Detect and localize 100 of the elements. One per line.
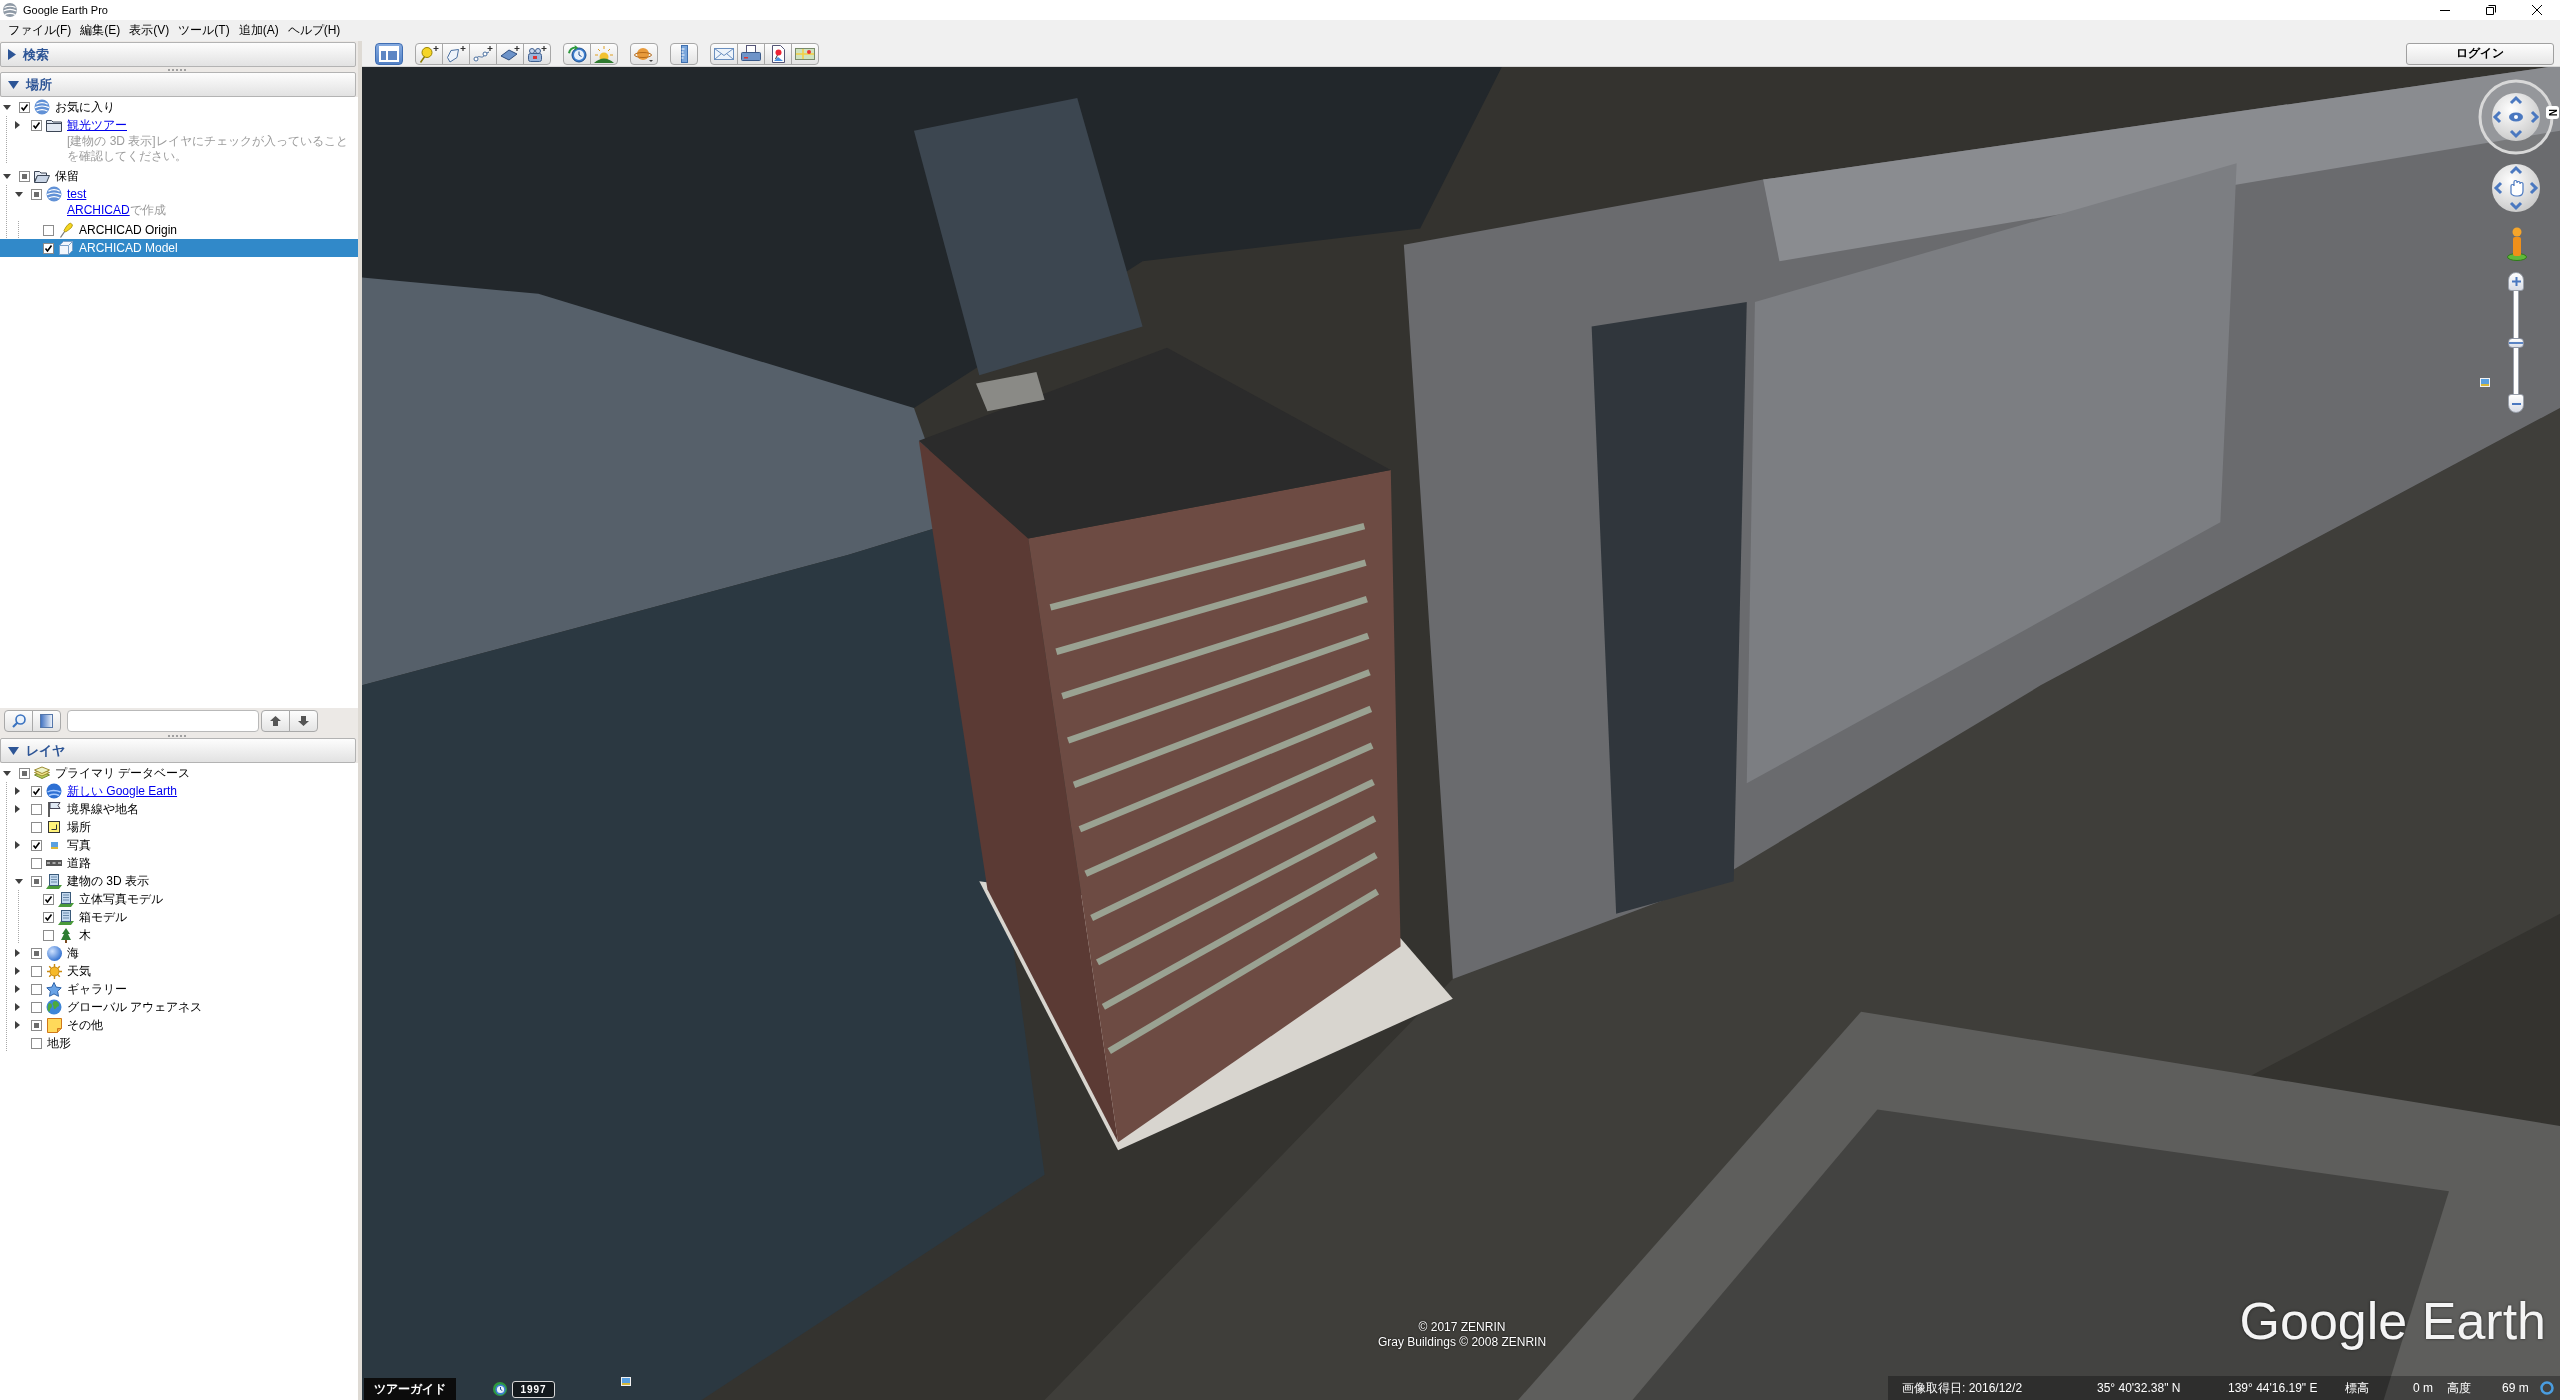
tree-caret-icon[interactable] [15,121,20,129]
layer-name[interactable]: ギャラリー [67,981,127,997]
record-tour-button[interactable] [523,42,551,65]
checkbox[interactable] [31,1037,42,1049]
menu-item[interactable]: ツール(T) [174,21,234,40]
panel-header[interactable]: 検索 [0,42,356,67]
clock-icon[interactable] [493,1382,507,1396]
hand-arrows-dial-icon[interactable] [2492,164,2540,212]
layer-name[interactable]: 地形 [47,1035,71,1051]
person-figure-icon[interactable] [2507,227,2527,261]
layer-name[interactable]: 境界線や地名 [67,801,139,817]
email-button[interactable] [710,42,738,65]
panel-toggle-button[interactable] [32,710,61,732]
tree-caret-icon[interactable] [15,1021,20,1029]
menu-item[interactable]: ヘルプ(H) [283,21,345,40]
print-button[interactable] [737,42,765,65]
place-name[interactable]: お気に入り [55,99,115,115]
place-link[interactable]: test [67,186,87,202]
menu-item[interactable]: ファイル(F) [4,21,76,40]
layer-name[interactable]: 木 [79,927,91,943]
planet-button[interactable] [630,42,658,65]
place-name[interactable]: 保留 [55,168,79,184]
tour-guide-tab[interactable]: ツアーガイド [364,1378,456,1400]
tree-caret-icon[interactable] [15,967,20,975]
checkbox[interactable] [31,983,42,995]
checkbox[interactable] [19,767,30,779]
photo-marker-icon[interactable] [621,1377,631,1386]
checkbox[interactable] [31,875,42,887]
tree-caret-icon[interactable] [15,787,20,795]
checkbox[interactable] [31,839,42,851]
layer-name[interactable]: 写真 [67,837,91,853]
checkbox[interactable] [43,242,54,254]
place-name[interactable]: ARCHICAD Model [79,240,178,256]
grip-dots-icon[interactable] [168,68,186,71]
checkbox[interactable] [31,785,42,797]
checkbox[interactable] [31,1001,42,1013]
layer-name[interactable]: 天気 [67,963,91,979]
checkbox[interactable] [31,119,42,131]
layer-name[interactable]: 箱モデル [79,909,127,925]
tree-caret-icon[interactable] [15,985,20,993]
link[interactable]: ARCHICAD [67,203,130,217]
checkbox[interactable] [31,965,42,977]
layer-name[interactable]: 道路 [67,855,91,871]
menu-item[interactable]: 表示(V) [125,21,174,40]
place-name[interactable]: ARCHICAD Origin [79,222,177,238]
polygon-button[interactable] [442,42,470,65]
move-up-button[interactable] [261,710,290,732]
login-button[interactable]: ログイン [2406,42,2554,65]
checkbox[interactable] [43,911,54,923]
checkbox[interactable] [31,947,42,959]
layer-name[interactable]: 場所 [67,819,91,835]
layer-name[interactable]: プライマリ データベース [55,765,191,781]
slider-thumb[interactable] [2508,337,2524,348]
tree-caret-icon[interactable] [15,1003,20,1011]
tree-caret-icon[interactable] [3,173,11,179]
image-overlay-button[interactable] [496,42,524,65]
imagery-year-tag[interactable]: 1997 [512,1381,555,1398]
panel-header[interactable]: レイヤ [0,738,356,763]
tree-caret-icon[interactable] [15,878,23,884]
path-button[interactable] [469,42,497,65]
checkbox[interactable] [43,929,54,941]
checkbox[interactable] [31,803,42,815]
sidebar-toggle-button[interactable] [375,42,403,65]
checkbox[interactable] [43,893,54,905]
menu-item[interactable]: 編集(E) [76,21,125,40]
sunlight-button[interactable] [590,42,618,65]
photo-marker-icon[interactable] [2480,378,2490,387]
search-field[interactable] [67,710,259,732]
checkbox[interactable] [19,101,30,113]
layer-name[interactable]: 海 [67,945,79,961]
placemark-button[interactable] [415,42,443,65]
zoom-in-button[interactable] [2508,272,2524,291]
place-link[interactable]: 観光ツアー [67,117,127,133]
layer-name[interactable]: 立体写真モデル [79,891,163,907]
menu-item[interactable]: 追加(A) [234,21,283,40]
tree-caret-icon[interactable] [15,805,20,813]
layer-name[interactable]: その他 [67,1017,103,1033]
tree-caret-icon[interactable] [15,949,20,957]
ruler-button[interactable] [670,42,698,65]
move-down-button[interactable] [289,710,318,732]
search-button[interactable] [4,710,33,732]
layer-name[interactable]: グローバル アウェアネス [67,999,203,1015]
checkbox[interactable] [31,1019,42,1031]
tree-caret-icon[interactable] [3,770,11,776]
checkbox[interactable] [43,224,54,236]
checkbox[interactable] [31,188,42,200]
checkbox[interactable] [31,821,42,833]
zoom-out-button[interactable] [2508,394,2524,413]
north-indicator[interactable]: N [2546,106,2559,119]
layer-link[interactable]: 新しい Google Earth [67,783,178,799]
historical-imagery-button[interactable] [563,42,591,65]
panel-header[interactable]: 場所 [0,72,356,97]
tree-caret-icon[interactable] [15,841,20,849]
tree-caret-icon[interactable] [3,104,11,110]
google-maps-button[interactable] [791,42,819,65]
layer-name[interactable]: 建物の 3D 表示 [67,873,149,889]
selection-highlight[interactable]: ARCHICAD Model [0,239,358,257]
save-image-button[interactable] [764,42,792,65]
checkbox[interactable] [19,170,30,182]
tree-caret-icon[interactable] [15,191,23,197]
